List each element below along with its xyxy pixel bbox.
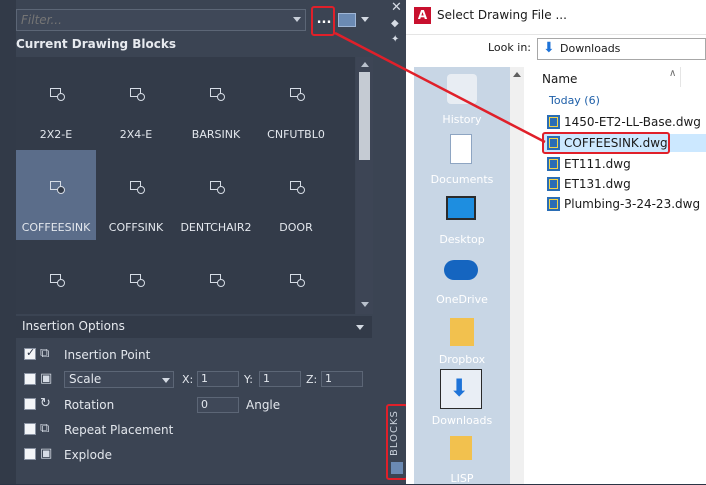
annotation-arrow-line xyxy=(334,31,546,144)
annotation-arrow xyxy=(334,31,546,144)
